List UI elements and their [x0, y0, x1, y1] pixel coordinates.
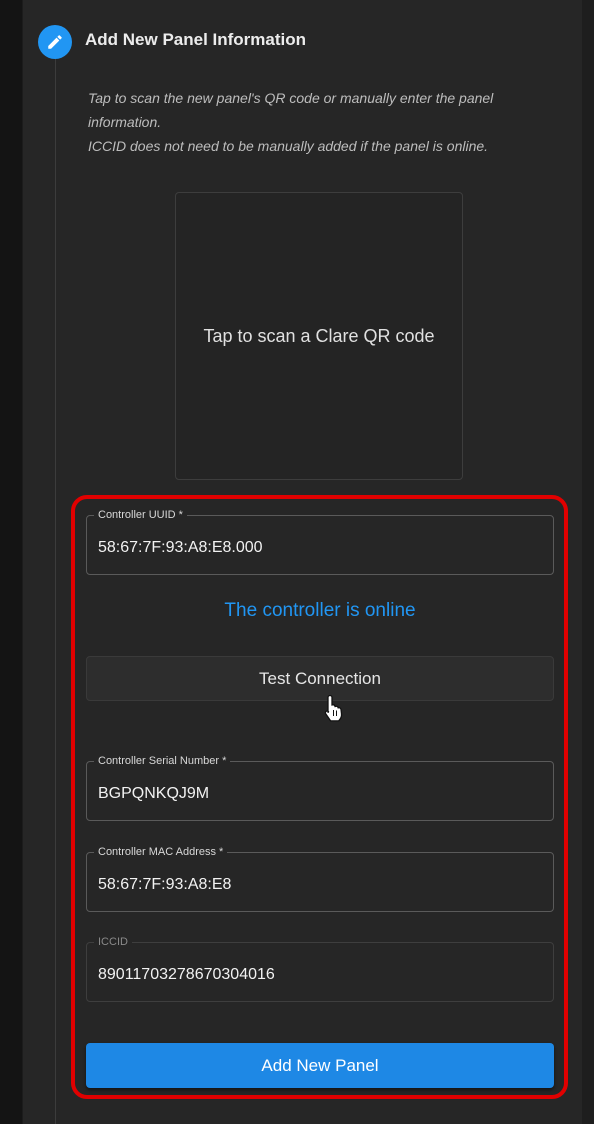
qr-scan-label: Tap to scan a Clare QR code — [203, 325, 435, 346]
instruction-line: information. — [88, 114, 162, 130]
panel-edge — [582, 0, 594, 1124]
step-badge — [38, 25, 72, 59]
qr-scan-area[interactable]: Tap to scan a Clare QR code — [175, 192, 463, 480]
instructions-text: Tap to scan the new panel's QR code or m… — [88, 86, 548, 158]
pencil-icon — [48, 35, 62, 49]
instruction-line: Tap to scan the new panel's QR code or m… — [88, 90, 494, 106]
step-connector-line — [55, 58, 56, 1124]
step-title: Add New Panel Information — [85, 30, 307, 49]
instruction-line: ICCID does not need to be manually added… — [88, 138, 489, 154]
highlight-outline — [71, 495, 568, 1099]
